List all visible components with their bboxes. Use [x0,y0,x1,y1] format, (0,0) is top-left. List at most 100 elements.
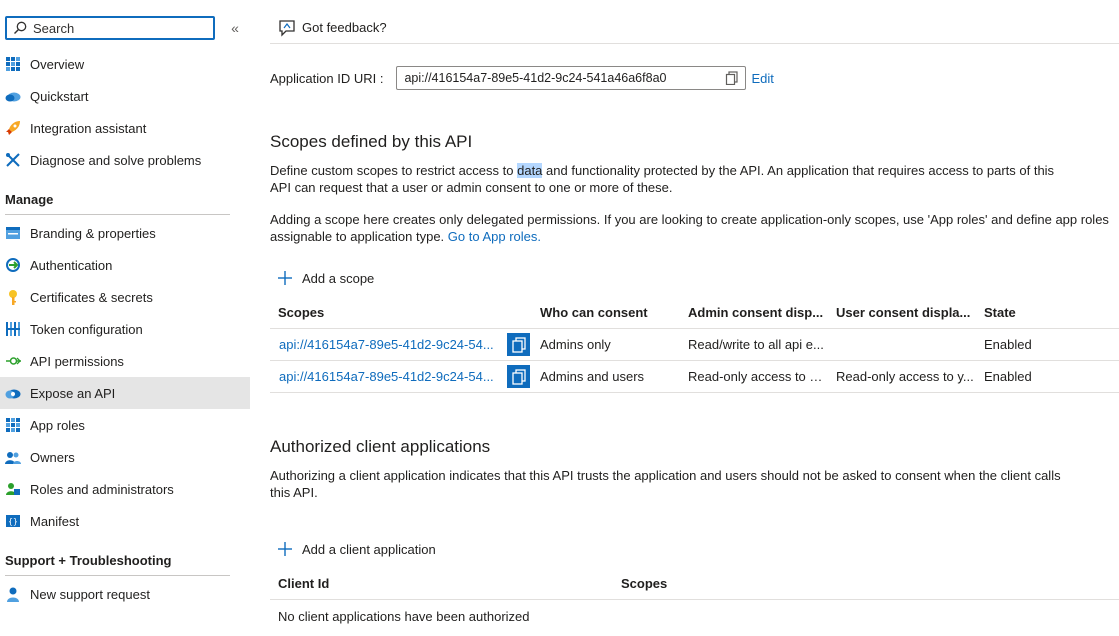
svg-text:{}: {} [8,517,18,526]
sidebar-item-label: Authentication [30,257,113,273]
sidebar-item-label: App roles [30,417,85,433]
sidebar-item-manifest[interactable]: {} Manifest [0,505,250,537]
copy-icon[interactable] [725,71,739,85]
scopes-section-title: Scopes defined by this API [270,132,473,151]
scope-link[interactable]: api://416154a7-89e5-41d2-9c24-54... [279,337,499,352]
sidebar-item-label: Quickstart [30,88,89,104]
support-icon [5,586,21,602]
clients-table: Client Id Scopes No client applications … [270,568,1119,632]
roles-admin-icon [5,481,21,497]
app-id-uri-input[interactable] [404,71,705,85]
sidebar-item-overview[interactable]: Overview [0,48,250,80]
sidebar-item-label: Expose an API [30,385,116,401]
search-icon [14,21,27,34]
copy-scope-button[interactable] [507,365,530,388]
owners-icon [5,449,21,465]
app-roles-icon [5,417,21,433]
sidebar-item-roles-admins[interactable]: Roles and administrators [0,473,250,505]
admin-consent-cell: Read/write to all api e... [688,337,824,352]
sidebar-item-label: Token configuration [30,321,143,337]
sidebar-item-integration-assistant[interactable]: Integration assistant [0,112,250,144]
who-can-consent-cell: Admins only [540,337,611,352]
column-header-user-consent[interactable]: User consent displa... [836,305,976,320]
sidebar-item-label: Branding & properties [30,225,156,241]
add-scope-label: Add a scope [302,270,375,286]
column-header-admin-consent[interactable]: Admin consent disp... [688,305,828,320]
search-input[interactable] [33,20,193,36]
divider [5,575,230,576]
highlighted-word: data [517,163,543,178]
sidebar-item-label: Owners [30,449,75,465]
sidebar-item-branding[interactable]: Branding & properties [0,217,250,249]
manifest-icon: {} [5,513,21,529]
sidebar-item-api-permissions[interactable]: API permissions [0,345,250,377]
scopes-description: Define custom scopes to restrict access … [270,162,1070,196]
scopes-table: Scopes Who can consent Admin consent dis… [270,297,1119,393]
sidebar-item-label: Overview [30,56,85,72]
app-id-uri-field[interactable] [396,66,747,90]
sidebar-item-quickstart[interactable]: Quickstart [0,80,250,112]
add-scope-button[interactable]: Add a scope [278,267,374,289]
sidebar-item-label: Roles and administrators [30,481,174,497]
key-icon [5,289,21,305]
scopes-desc-text: Define custom scopes to restrict access … [270,163,518,178]
left-sidebar: « Overview Quickstart Integration assist… [0,0,252,636]
sidebar-item-label: New support request [30,586,150,602]
support-section-title: Support + Troubleshooting [5,553,172,568]
clients-table-header: Client Id Scopes [270,568,1119,600]
admin-consent-cell: Read-only access to E... [688,369,828,384]
add-client-application-button[interactable]: Add a client application [278,538,436,560]
sidebar-item-label: Diagnose and solve problems [30,152,202,168]
cloud-icon [5,385,21,401]
sidebar-item-token-config[interactable]: Token configuration [0,313,250,345]
sidebar-item-expose-api[interactable]: Expose an API [0,377,250,409]
token-icon [5,321,21,337]
wrench-icon [5,152,21,168]
table-row: api://416154a7-89e5-41d2-9c24-54... Admi… [270,329,1119,361]
add-client-label: Add a client application [302,541,436,557]
edit-link[interactable]: Edit [751,71,773,86]
sidebar-item-label: Certificates & secrets [30,289,153,305]
go-to-app-roles-link[interactable]: Go to App roles. [448,229,541,244]
column-header-scopes[interactable]: Scopes [621,576,821,591]
sidebar-item-diagnose[interactable]: Diagnose and solve problems [0,144,250,176]
sidebar-item-label: Integration assistant [30,120,147,136]
column-header-scopes[interactable]: Scopes [278,305,498,320]
collapse-sidebar-button[interactable]: « [226,18,244,38]
sidebar-item-app-roles[interactable]: App roles [0,409,250,441]
empty-state-text: No client applications have been authori… [278,608,530,624]
sidebar-item-owners[interactable]: Owners [0,441,250,473]
state-cell: Enabled [984,337,1032,352]
plus-icon [278,542,292,556]
divider [5,214,230,215]
column-header-client-id[interactable]: Client Id [278,576,478,591]
clients-section-title: Authorized client applications [270,437,491,456]
user-consent-cell: Read-only access to y... [836,369,974,384]
manage-section-title: Manage [5,192,54,207]
column-header-who-can-consent[interactable]: Who can consent [540,305,680,320]
scope-link[interactable]: api://416154a7-89e5-41d2-9c24-54... [279,369,499,384]
sidebar-item-label: API permissions [30,353,124,369]
sidebar-item-new-support-request[interactable]: New support request [0,578,250,610]
feedback-icon [279,19,295,37]
branding-icon [5,225,21,241]
sidebar-item-authentication[interactable]: Authentication [0,249,250,281]
overview-icon [5,56,21,72]
feedback-button[interactable]: Got feedback? [302,20,387,35]
table-row: api://416154a7-89e5-41d2-9c24-54... Admi… [270,361,1119,393]
command-bar: Got feedback? [270,12,1119,44]
copy-scope-button[interactable] [507,333,530,356]
copy-icon [511,368,526,385]
search-box[interactable] [5,16,215,40]
rocket-icon [5,120,21,136]
copy-icon [511,336,526,353]
app-id-uri-label: Application ID URI : [270,70,384,86]
state-cell: Enabled [984,369,1032,384]
main-content: Got feedback? Application ID URI : Edit … [252,0,1119,636]
delegated-note-text: Adding a scope here creates only delegat… [270,212,1109,244]
column-header-state[interactable]: State [984,305,1084,320]
sidebar-item-certificates[interactable]: Certificates & secrets [0,281,250,313]
who-can-consent-cell: Admins and users [540,369,645,384]
authentication-icon [5,257,21,273]
scopes-table-header: Scopes Who can consent Admin consent dis… [270,297,1119,329]
